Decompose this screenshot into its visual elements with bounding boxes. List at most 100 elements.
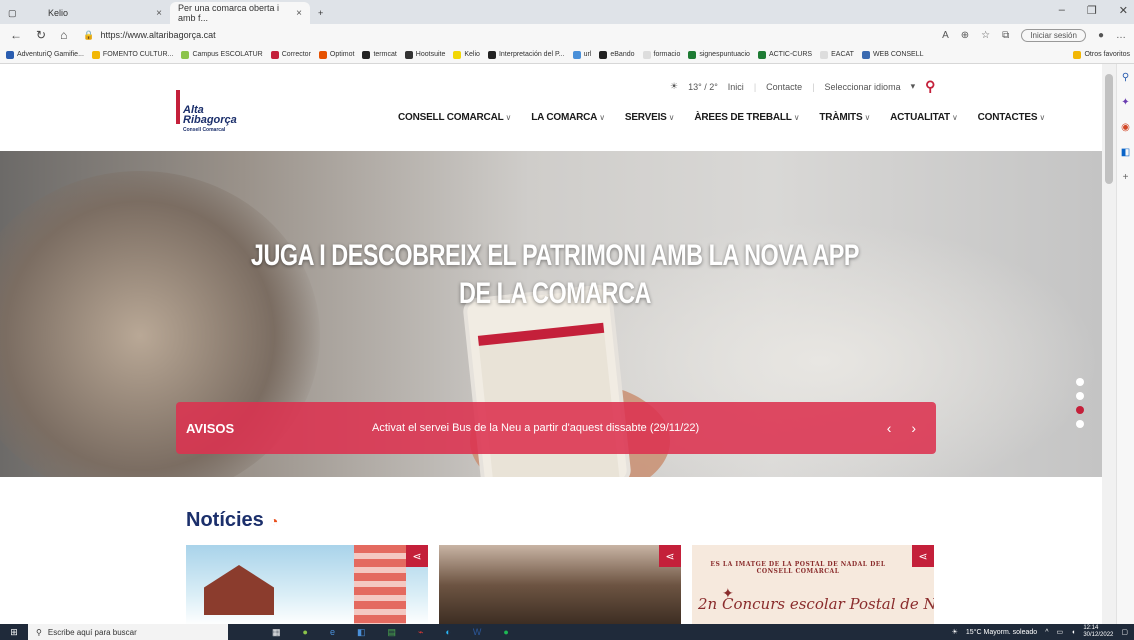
- rss-icon[interactable]: ◔: [270, 513, 278, 529]
- bookmark[interactable]: eBando: [599, 50, 635, 59]
- task-view-icon[interactable]: ▦: [272, 627, 281, 638]
- tab-label: Per una comarca oberta i amb f...: [178, 3, 280, 23]
- word-icon[interactable]: W: [473, 627, 482, 638]
- url-field[interactable]: 🔒 https://www.altaribagorça.cat: [83, 30, 215, 41]
- outlook-icon[interactable]: ◧: [1121, 147, 1130, 158]
- spotify-icon[interactable]: ●: [503, 627, 508, 638]
- menu-la-comarca[interactable]: LA COMARCA: [531, 112, 605, 123]
- sparkle-icon[interactable]: ✦: [1121, 97, 1129, 108]
- edge-icon[interactable]: ◐: [445, 627, 450, 638]
- bookmark[interactable]: ACTIC-CURS: [757, 50, 812, 59]
- site-logo[interactable]: Alta Ribagorça Consell Comarcal: [176, 90, 256, 136]
- link-inici[interactable]: Inici: [728, 82, 744, 92]
- menu-contactes[interactable]: CONTACTES: [978, 112, 1045, 123]
- slider-dot[interactable]: [1076, 392, 1084, 400]
- more-icon[interactable]: …: [1116, 30, 1126, 41]
- slider-dot[interactable]: [1076, 378, 1084, 386]
- bookmark[interactable]: termcat: [362, 50, 397, 59]
- search-icon[interactable]: ⚲: [1122, 72, 1129, 83]
- hero-title[interactable]: JUGA I DESCOBREIX EL PATRIMONI AMB LA NO…: [247, 237, 863, 313]
- slider-dot[interactable]: [1076, 420, 1084, 428]
- scrollbar-thumb[interactable]: [1105, 74, 1113, 184]
- favorite-icon[interactable]: ☆: [981, 30, 990, 41]
- restore-icon[interactable]: ❐: [1087, 4, 1097, 17]
- ie-icon[interactable]: e: [330, 627, 335, 638]
- taskbar-search[interactable]: ⚲ Escribe aquí para buscar: [28, 624, 228, 640]
- bookmark[interactable]: formacio: [642, 50, 680, 59]
- bookmark[interactable]: Kelio: [453, 50, 480, 59]
- bookmark[interactable]: FOMENTO CULTUR...: [91, 50, 173, 59]
- share-icon[interactable]: ⋖: [406, 545, 428, 567]
- new-tab-button[interactable]: +: [310, 2, 331, 24]
- refresh-icon[interactable]: ↻: [36, 28, 46, 42]
- chevron-up-icon[interactable]: ^: [1045, 629, 1048, 636]
- zoom-icon[interactable]: ⊕: [961, 30, 969, 41]
- bookmark[interactable]: AdventuriQ Gamifie...: [6, 50, 84, 59]
- acrobat-icon[interactable]: ⌁: [418, 627, 423, 638]
- notice-arrows[interactable]: ‹ ›: [887, 420, 936, 436]
- bookmark[interactable]: Corrector: [270, 50, 311, 59]
- bookmark[interactable]: EACAT: [820, 50, 854, 59]
- login-button[interactable]: Iniciar sesión: [1021, 28, 1086, 42]
- close-icon[interactable]: ×: [296, 8, 302, 19]
- page-scrollbar[interactable]: [1102, 64, 1116, 624]
- bookmark[interactable]: Hootsuite: [404, 50, 445, 59]
- outlook-icon[interactable]: ◧: [357, 627, 366, 638]
- collections-icon[interactable]: ⧉: [1002, 30, 1009, 41]
- menu-tramits[interactable]: TRÀMITS: [819, 112, 870, 123]
- lock-icon: 🔒: [83, 29, 95, 40]
- chevron-down-icon[interactable]: ▾: [911, 81, 916, 92]
- bookmark-label: Optimot: [329, 51, 355, 58]
- menu-arees-de-treball[interactable]: ÀREES DE TREBALL: [694, 112, 799, 123]
- minimize-icon[interactable]: –: [1059, 4, 1065, 17]
- sun-icon: ☀: [670, 81, 679, 91]
- read-aloud-icon[interactable]: A: [942, 30, 949, 41]
- volume-icon[interactable]: ◖: [1071, 629, 1075, 636]
- files-icon[interactable]: ▤: [387, 627, 396, 638]
- notice-message[interactable]: Activat el servei Bus de la Neu a partir…: [372, 422, 699, 434]
- search-icon[interactable]: ⚲: [925, 78, 935, 95]
- office-icon[interactable]: ◉: [1121, 122, 1130, 133]
- clock[interactable]: 12:14 30/12/2022: [1083, 625, 1113, 639]
- tab-actions-icon[interactable]: ▢: [0, 2, 40, 24]
- back-icon[interactable]: ←: [10, 28, 22, 42]
- language-select[interactable]: Seleccionar idioma: [825, 82, 901, 92]
- bookmark[interactable]: url: [572, 50, 591, 59]
- logo-line-3: Consell Comarcal: [183, 127, 226, 133]
- avatar[interactable]: ●: [1098, 30, 1104, 41]
- add-icon[interactable]: +: [1123, 172, 1129, 183]
- close-window-icon[interactable]: ✕: [1119, 4, 1128, 17]
- close-icon[interactable]: ×: [156, 8, 162, 19]
- bookmark[interactable]: Campus ESCOLATUR: [181, 50, 263, 59]
- menu-actualitat[interactable]: ACTUALITAT: [890, 112, 958, 123]
- link-contacte[interactable]: Contacte: [766, 82, 802, 92]
- top-utility-bar: ☀ 13° / 2° Inici | Contacte | Selecciona…: [670, 78, 935, 95]
- windows-start-icon[interactable]: ⊞: [0, 627, 28, 638]
- bookmark[interactable]: Interpretación del P...: [487, 50, 565, 59]
- tab-active[interactable]: Per una comarca oberta i amb f... ×: [170, 2, 310, 24]
- bookmark[interactable]: Optimot: [318, 50, 355, 59]
- news-card[interactable]: ⋖: [186, 545, 428, 624]
- news-heading: Notícies ◔: [186, 509, 278, 532]
- menu-serveis[interactable]: SERVEIS: [625, 112, 674, 123]
- weather-icon: ☀: [951, 629, 958, 636]
- bookmark-label: WEB CONSELL: [872, 51, 924, 58]
- phone-header: [477, 322, 605, 346]
- browser-sidebar: ⚲ ✦ ◉ ◧ +: [1116, 64, 1134, 624]
- network-icon[interactable]: ▭: [1056, 628, 1063, 636]
- tab-kelio[interactable]: Kelio ×: [40, 2, 170, 24]
- slider-dot-active[interactable]: [1076, 406, 1084, 414]
- news-card[interactable]: ES LA IMATGE DE LA POSTAL DE NADAL DEL C…: [692, 545, 934, 624]
- bookmark-label: EACAT: [831, 51, 854, 58]
- share-icon[interactable]: ⋖: [912, 545, 934, 567]
- bookmark[interactable]: signespuntuacio: [688, 50, 750, 59]
- bookmark[interactable]: WEB CONSELL: [861, 50, 924, 59]
- notification-icon[interactable]: ▢: [1121, 628, 1128, 636]
- menu-consell-comarcal[interactable]: CONSELL COMARCAL: [398, 112, 511, 123]
- bookmark-folder[interactable]: Otros favoritos: [1073, 50, 1134, 59]
- home-icon[interactable]: ⌂: [60, 28, 67, 42]
- taskbar-weather[interactable]: 15°C Mayorm. soleado: [966, 629, 1037, 636]
- share-icon[interactable]: ⋖: [659, 545, 681, 567]
- chrome-icon[interactable]: ●: [303, 627, 308, 638]
- news-card[interactable]: ⋖: [439, 545, 681, 624]
